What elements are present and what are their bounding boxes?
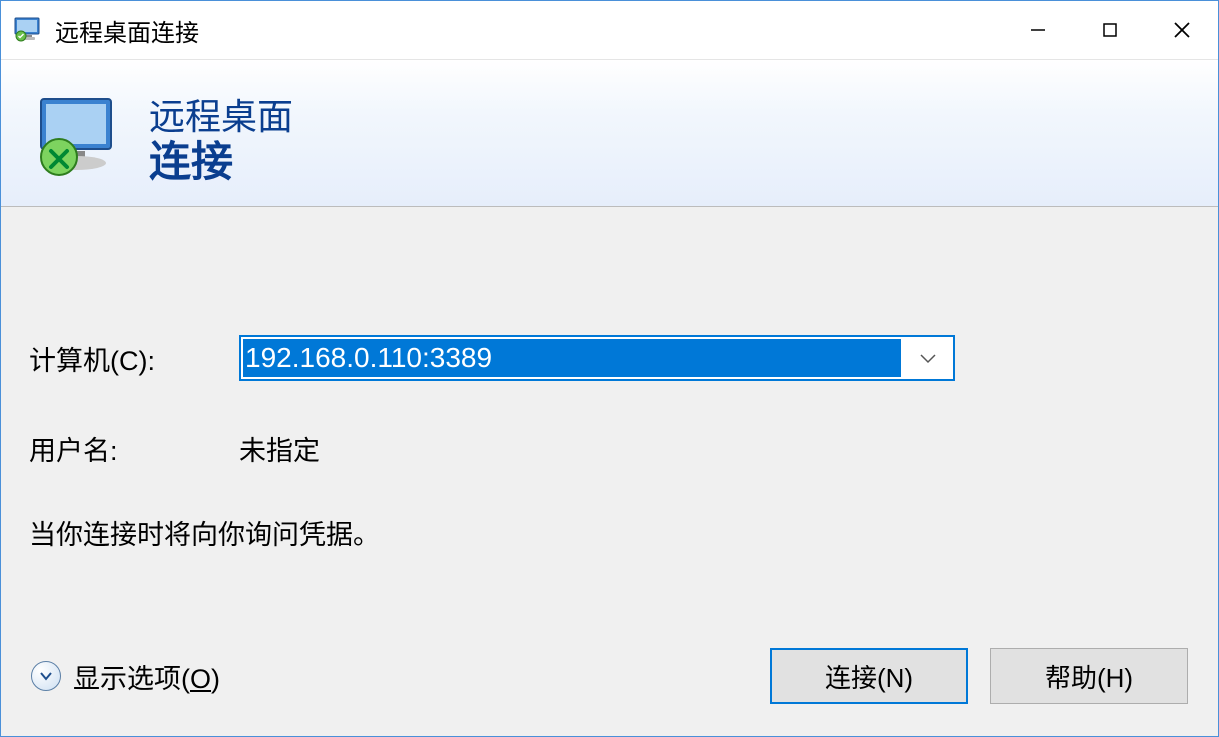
maximize-button[interactable] [1074,1,1146,59]
app-icon [13,16,45,44]
show-options-hotkey: O [190,664,211,694]
header-text: 远程桌面 连接 [149,96,293,186]
help-button[interactable]: 帮助(H) [990,648,1188,704]
show-options-label: 显示选项(O) [73,657,220,696]
computer-row: 计算机(C): 192.168.0.110:3389 [29,335,955,381]
username-value: 未指定 [239,429,320,468]
computer-label: 计算机(C): [29,339,239,378]
show-options-prefix: 显示选项( [73,664,190,694]
chevron-down-icon[interactable] [903,337,953,379]
footer: 显示选项(O) 连接(N) 帮助(H) [1,636,1218,736]
window-title: 远程桌面连接 [55,13,1002,48]
header-band: 远程桌面 连接 [1,59,1218,207]
show-options-toggle[interactable]: 显示选项(O) [31,657,220,696]
close-button[interactable] [1146,1,1218,59]
username-label: 用户名: [29,429,239,468]
connect-button[interactable]: 连接(N) [770,648,968,704]
username-row: 用户名: 未指定 [29,429,320,468]
remote-desktop-window: 远程桌面连接 远程桌面 连接 [0,0,1219,737]
body-area: 计算机(C): 192.168.0.110:3389 用户名: 未指定 当你连接… [1,207,1218,736]
header-line2: 连接 [149,138,293,186]
minimize-button[interactable] [1002,1,1074,59]
window-controls [1002,1,1218,59]
header-line1: 远程桌面 [149,96,293,137]
computer-input[interactable]: 192.168.0.110:3389 [243,339,901,377]
remote-desktop-logo-icon [31,91,131,191]
computer-combobox[interactable]: 192.168.0.110:3389 [239,335,955,381]
expand-down-icon [31,661,61,691]
titlebar: 远程桌面连接 [1,1,1218,59]
show-options-suffix: ) [211,664,220,694]
credentials-info-text: 当你连接时将向你询问凭据。 [29,513,380,552]
